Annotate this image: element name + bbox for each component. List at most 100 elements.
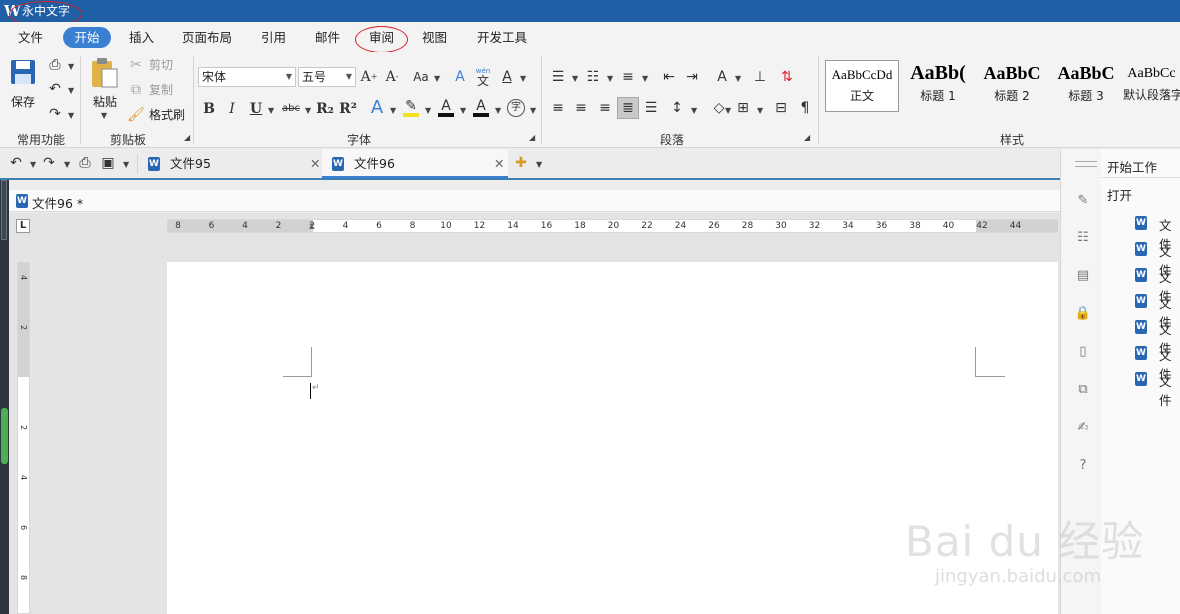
line-spacing-icon[interactable]: ↕ [668,99,686,117]
ruler-tick-label: 32 [808,221,821,231]
tab-file95[interactable]: W 文件95 ✕ [140,149,322,178]
text-effect-icon[interactable]: A [367,98,387,118]
help-icon[interactable]: ? [1075,457,1091,473]
print-preview-icon[interactable]: ⎙ [46,56,64,74]
increase-indent-icon[interactable]: ⇥ [683,68,701,86]
ruler-tick-label: 8 [19,574,28,581]
horizontal-ruler[interactable]: 8 6 4 2 2 4 6 8 10 12 14 16 18 20 22 24 26 28 30 32 34 36 38 40… [167,219,1058,233]
paste-button[interactable]: 粘贴 [93,95,117,109]
menu-view[interactable]: 视图 [422,30,447,46]
show-marks-icon[interactable]: ¶ [796,99,814,117]
strikethrough-icon[interactable]: abc [280,100,302,118]
numbering-icon[interactable]: ☷ [584,68,602,86]
style-heading-1[interactable]: AaBb( 标题 1 [901,60,975,112]
sort-icon[interactable]: ⇅ [778,68,796,86]
document-icon: W [1135,242,1147,256]
align-bottom-icon[interactable]: ⊥ [751,68,769,86]
save-icon[interactable] [9,58,37,86]
highlight-icon[interactable]: ✎ [402,98,420,118]
ruler-tick-label: 2 [19,424,28,431]
group-styles: 样式 [1000,133,1025,147]
style-heading-3[interactable]: AaBbC 标题 3 [1049,60,1123,112]
font-size-select[interactable]: 五号 ▼ [298,67,356,87]
phonetic-guide-icon[interactable]: wén 文 [474,66,492,88]
clipboard-icon[interactable]: ▯ [1075,343,1091,359]
borders-icon[interactable]: ⊞ [734,99,752,117]
panel-open-link[interactable]: 打开 [1107,185,1132,204]
bold-icon[interactable]: B [201,100,217,118]
undo-icon[interactable]: ↶ [46,80,64,98]
font-family-select[interactable]: 宋体 ▼ [198,67,296,87]
ruler-tick-label: 16 [540,221,553,231]
align-left-icon[interactable]: ≡ [549,99,567,117]
bullets-icon[interactable]: ☰ [549,68,567,86]
menu-review[interactable]: 审阅 [369,30,394,46]
text-direction-icon[interactable]: A [712,68,732,86]
change-case-icon[interactable]: Aa [412,68,430,86]
clear-format-icon[interactable]: A [451,68,469,86]
lock-icon[interactable]: 🔒 [1075,305,1091,321]
style-heading-2[interactable]: AaBbC 标题 2 [975,60,1049,112]
paste-icon[interactable] [88,56,120,90]
qat-preview-icon[interactable]: ⎙ [77,155,93,171]
decrease-indent-icon[interactable]: ⇤ [660,68,678,86]
document-path-bar: W 文件96 * [0,190,1060,212]
justify-icon[interactable]: ≣ [617,97,639,119]
menu-mailings[interactable]: 邮件 [315,30,340,46]
baidu-watermark: Bai du 经验 [905,517,1145,566]
superscript-icon[interactable]: R² [339,100,357,118]
distribute-icon[interactable]: ☰ [642,99,660,117]
grip-icon [1075,161,1097,167]
align-right-icon[interactable]: ≡ [596,99,614,117]
style-default-paragraph[interactable]: AaBbCc 默认段落字 [1123,60,1180,112]
qat-redo-icon[interactable]: ↷ [41,155,57,171]
close-icon[interactable]: ✕ [494,149,504,178]
menu-developer[interactable]: 开发工具 [477,30,527,46]
underline-icon[interactable]: U [248,100,264,118]
ruler-tick-label: 20 [607,221,620,231]
group-paragraph: 段落 [660,133,685,147]
menu-references[interactable]: 引用 [261,30,286,46]
new-document-icon[interactable]: ✚ [513,155,529,171]
shrink-font-icon[interactable]: A- [383,68,401,86]
align-center-icon[interactable]: ≡ [572,99,590,117]
menu-insert[interactable]: 插入 [129,30,154,46]
indent-marker-icon[interactable]: ⧗ [307,217,317,237]
menu-file[interactable]: 文件 [18,30,43,46]
table-tools-icon[interactable]: ⊟ [772,99,790,117]
menu-home[interactable]: 开始 [63,27,111,48]
close-icon[interactable]: ✕ [310,149,320,178]
menu-page-layout[interactable]: 页面布局 [182,30,232,46]
copy-icon[interactable]: ⧉ [128,82,144,98]
format-painter-button[interactable]: 格式刷 [149,108,185,122]
qat-save-icon[interactable]: ▣ [100,155,116,171]
tab-file96-label: 文件96 [354,156,395,171]
char-border-icon[interactable]: A [498,68,516,86]
ruler-tick-label: 6 [19,524,28,531]
shading-icon[interactable]: A [472,98,490,118]
subscript-icon[interactable]: R₂ [316,100,334,118]
enclose-char-icon[interactable]: 字 [507,99,525,117]
format-painter-icon[interactable]: 🖌 [127,107,145,123]
settings-sliders-icon[interactable]: ☷ [1075,229,1091,245]
recent-file-label: 文件 [1159,374,1172,408]
pen-icon[interactable]: ✎ [1075,192,1091,208]
tab-file96[interactable]: W 文件96 ✕ [322,149,508,178]
copy-pages-icon[interactable]: ⧉ [1075,381,1091,397]
font-color-icon[interactable]: A [437,98,455,118]
cut-icon[interactable]: ✂ [128,57,144,73]
document-icon: W [1135,268,1147,282]
redo-icon[interactable]: ↷ [46,105,64,123]
italic-icon[interactable]: I [224,100,240,118]
vertical-ruler[interactable]: 4 2 2 4 6 8 [17,262,30,614]
grow-font-icon[interactable]: A + [360,68,378,86]
qat-undo-icon[interactable]: ↶ [8,155,24,171]
edit-icon[interactable]: ✍ [1075,419,1091,435]
copy-button[interactable]: 复制 [149,83,173,97]
cut-button[interactable]: 剪切 [149,58,173,72]
save-button[interactable]: 保存 [11,95,35,109]
style-normal[interactable]: AaBbCcDd 正文 [825,60,899,112]
tab-stop-selector-icon[interactable]: L [16,219,30,233]
layers-icon[interactable]: ▤ [1075,267,1091,283]
multilevel-list-icon[interactable]: ≡ [619,68,637,86]
